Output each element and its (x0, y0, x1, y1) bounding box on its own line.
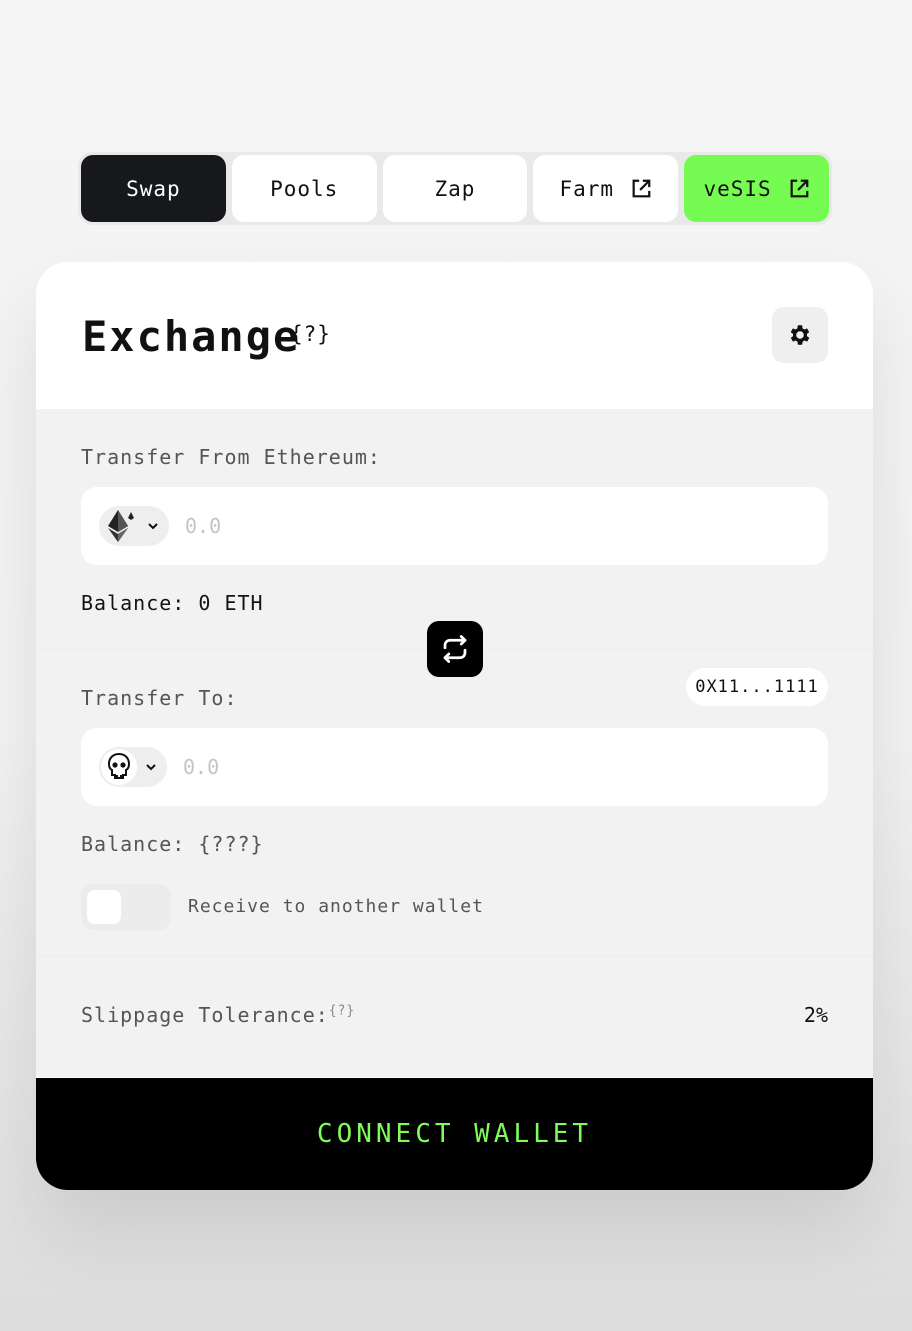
page-title: Exchange (82, 312, 301, 361)
from-token-selector[interactable] (99, 506, 169, 546)
tab-pools[interactable]: Pools (231, 155, 377, 222)
tab-pools-label: Pools (270, 176, 339, 201)
tab-farm[interactable]: Farm (533, 155, 679, 222)
gear-icon (790, 325, 810, 345)
another-wallet-toggle[interactable] (81, 884, 171, 930)
connect-wallet-label: CONNECT WALLET (316, 1119, 593, 1149)
transfer-from-section: Transfer From Ethereum: 0.0 Balance: 0 E… (36, 409, 873, 649)
tab-swap[interactable]: Swap (81, 155, 226, 222)
from-input-row (81, 487, 828, 565)
title-help-tooltip[interactable]: {?} (290, 322, 331, 346)
skull-icon (101, 749, 137, 785)
ethereum-icon (103, 508, 139, 544)
page: Swap Pools Zap Farm veSIS Exchange {?} T… (0, 0, 912, 1331)
tab-farm-label: Farm (559, 176, 615, 201)
tab-vesis[interactable]: veSIS (684, 155, 829, 222)
nav-tabs: Swap Pools Zap Farm veSIS (78, 152, 832, 225)
transfer-to-section: Transfer To: 0X11...1111 0.0 Balance: {?… (36, 649, 873, 955)
slippage-value[interactable]: 2% (804, 1003, 828, 1027)
to-balance: Balance: {???} (81, 832, 264, 856)
toggle-knob (87, 890, 121, 924)
tab-swap-label: Swap (126, 176, 181, 201)
slippage-help-tooltip[interactable]: {?} (329, 1003, 355, 1018)
chevron-down-icon (146, 764, 156, 771)
swap-direction-button[interactable] (427, 621, 483, 677)
external-link-icon (790, 179, 809, 197)
to-token-selector[interactable] (99, 747, 167, 787)
tab-vesis-label: veSIS (703, 176, 772, 201)
from-balance: Balance: 0 ETH (81, 591, 264, 615)
card-header: Exchange {?} (36, 262, 873, 409)
exchange-card: Exchange {?} Transfer From Ethereum: 0.0… (36, 262, 873, 1190)
slippage-label: Slippage Tolerance: (81, 1003, 329, 1027)
another-wallet-label: Receive to another wallet (188, 896, 484, 917)
to-input-row (81, 728, 828, 806)
from-amount-input[interactable] (185, 514, 685, 538)
to-amount-input[interactable] (183, 755, 683, 779)
transfer-to-label: Transfer To: (81, 686, 238, 710)
slippage-section: Slippage Tolerance:{?} 2% (36, 955, 873, 1077)
external-link-icon (632, 179, 651, 197)
connect-wallet-button[interactable]: CONNECT WALLET (36, 1078, 873, 1190)
recipient-address[interactable]: 0X11...1111 (686, 668, 828, 706)
chevron-down-icon (148, 523, 158, 530)
swap-arrows-icon (443, 635, 467, 663)
tab-zap[interactable]: Zap (382, 155, 528, 222)
tab-zap-label: Zap (434, 176, 476, 201)
transfer-from-label: Transfer From Ethereum: (81, 445, 381, 469)
settings-button[interactable] (772, 307, 828, 363)
slippage-label-wrap: Slippage Tolerance:{?} (81, 1003, 355, 1027)
